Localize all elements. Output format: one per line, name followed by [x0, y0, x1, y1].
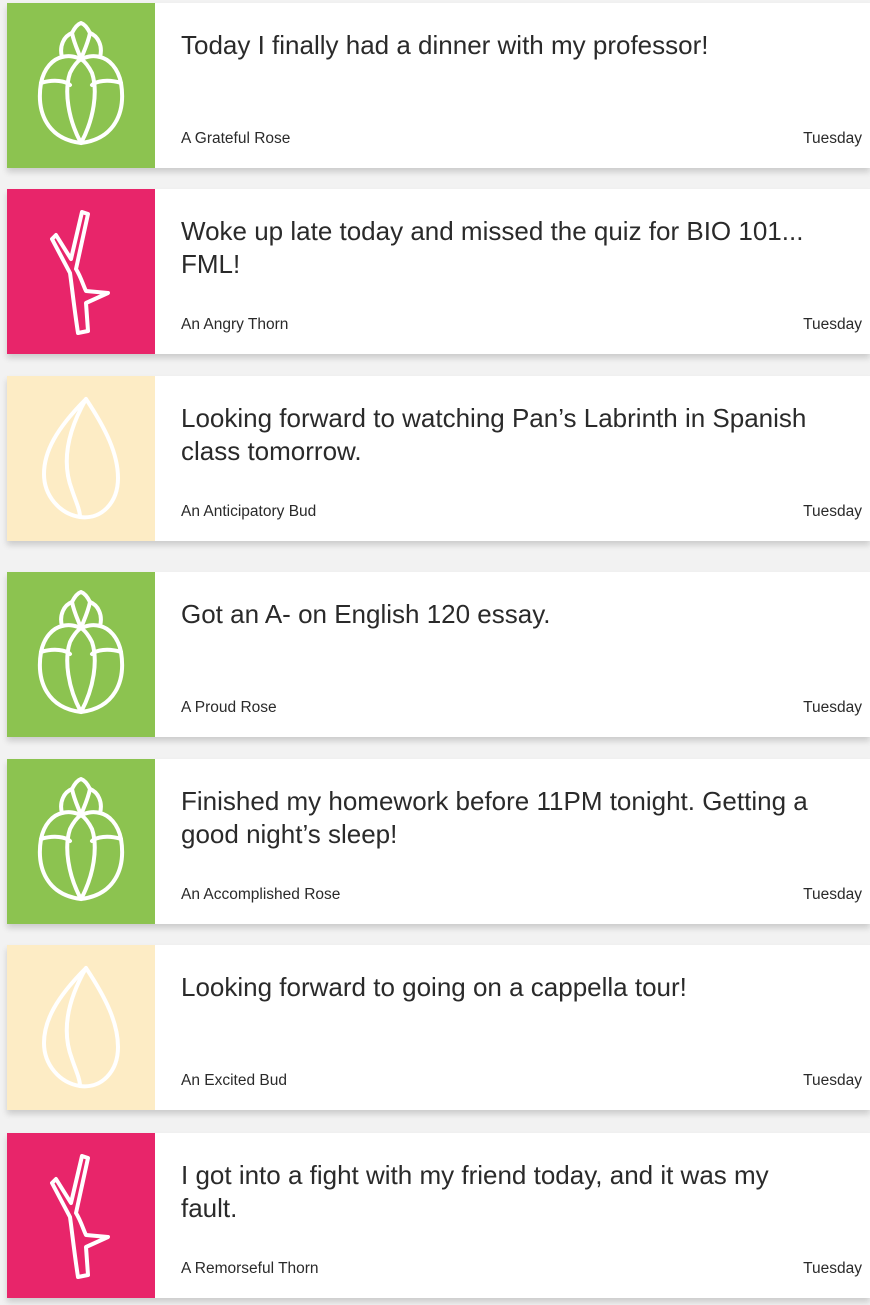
- thorn-icon: [50, 209, 110, 335]
- post-message: Looking forward to going on a cappella t…: [181, 972, 687, 1002]
- post-author: An Excited Bud: [181, 1072, 287, 1089]
- post-card[interactable]: Woke up late today and missed the quiz f…: [7, 189, 870, 354]
- post-author: A Grateful Rose: [181, 130, 291, 147]
- post-author: An Angry Thorn: [181, 316, 289, 333]
- post-message: Today I finally had a dinner with my pro…: [181, 30, 709, 60]
- post-category-tile: [7, 1133, 155, 1298]
- post-category-tile: [7, 572, 155, 737]
- post-content: Got an A- on English 120 essay. A Proud …: [155, 572, 870, 737]
- post-author: An Accomplished Rose: [181, 886, 341, 903]
- post-message: I got into a fight with my friend today,…: [181, 1160, 769, 1223]
- post-category-tile: [7, 945, 155, 1110]
- post-feed: Today I finally had a dinner with my pro…: [0, 0, 870, 1305]
- post-card[interactable]: I got into a fight with my friend today,…: [7, 1133, 870, 1298]
- post-author: A Remorseful Thorn: [181, 1260, 319, 1277]
- rose-icon: [38, 589, 124, 714]
- thorn-icon: [50, 1153, 110, 1279]
- post-content: Woke up late today and missed the quiz f…: [155, 189, 870, 354]
- post-message: Got an A- on English 120 essay.: [181, 599, 551, 629]
- post-content: Looking forward to going on a cappella t…: [155, 945, 870, 1110]
- bud-icon: [42, 396, 120, 519]
- post-card[interactable]: Looking forward to going on a cappella t…: [7, 945, 870, 1110]
- post-author: An Anticipatory Bud: [181, 503, 317, 520]
- post-day: Tuesday: [803, 1072, 862, 1089]
- post-message: Finished my homework before 11PM tonight…: [181, 786, 808, 849]
- post-message: Woke up late today and missed the quiz f…: [181, 216, 804, 279]
- post-day: Tuesday: [803, 1260, 862, 1277]
- post-category-tile: [7, 189, 155, 354]
- post-author: A Proud Rose: [181, 699, 277, 716]
- post-content: Today I finally had a dinner with my pro…: [155, 3, 870, 168]
- post-card[interactable]: Today I finally had a dinner with my pro…: [7, 3, 870, 168]
- post-message: Looking forward to watching Pan’s Labrin…: [181, 403, 807, 466]
- post-day: Tuesday: [803, 316, 862, 333]
- post-category-tile: [7, 376, 155, 541]
- post-day: Tuesday: [803, 130, 862, 147]
- post-content: I got into a fight with my friend today,…: [155, 1133, 870, 1298]
- post-card[interactable]: Got an A- on English 120 essay. A Proud …: [7, 572, 870, 737]
- post-content: Looking forward to watching Pan’s Labrin…: [155, 376, 870, 541]
- rose-icon: [38, 776, 124, 901]
- post-category-tile: [7, 759, 155, 924]
- post-day: Tuesday: [803, 699, 862, 716]
- post-card[interactable]: Finished my homework before 11PM tonight…: [7, 759, 870, 924]
- post-content: Finished my homework before 11PM tonight…: [155, 759, 870, 924]
- bud-icon: [42, 965, 120, 1088]
- post-category-tile: [7, 3, 155, 168]
- post-day: Tuesday: [803, 503, 862, 520]
- post-card[interactable]: Looking forward to watching Pan’s Labrin…: [7, 376, 870, 541]
- post-day: Tuesday: [803, 886, 862, 903]
- rose-icon: [38, 20, 124, 145]
